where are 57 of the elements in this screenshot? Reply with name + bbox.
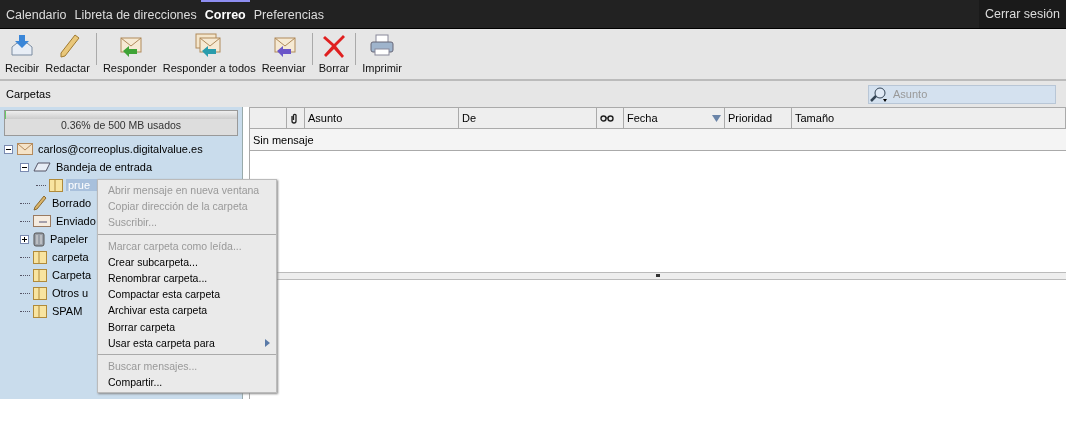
toolbar-button[interactable]: Imprimir	[359, 29, 405, 79]
menu-item[interactable]: Compartir...	[98, 374, 276, 391]
envelope-icon	[33, 215, 51, 227]
toolbar-button[interactable]: Responder a todos	[159, 29, 259, 79]
folder-item[interactable]: carpeta	[50, 251, 91, 263]
glasses-icon	[600, 114, 614, 122]
folder-item[interactable]: Bandeja de entrada	[54, 161, 155, 173]
empty-message: Sin mensaje	[253, 133, 314, 146]
pencil-icon	[33, 195, 47, 211]
nav-tab[interactable]: Libreta de direcciones	[70, 0, 201, 28]
submenu-arrow-icon	[265, 338, 270, 347]
search-field[interactable]: Asunto	[868, 84, 1056, 104]
column-header[interactable]	[597, 108, 624, 128]
toolbar-button[interactable]: Redactar	[42, 29, 93, 79]
folder-item[interactable]: Borrado	[50, 197, 94, 209]
nav-tab[interactable]: Preferencias	[249, 0, 328, 28]
folder-item[interactable]: Enviado	[54, 215, 98, 227]
folder-item[interactable]: Papeler	[48, 233, 90, 245]
quota-label: 0.36% de 500 MB usados	[60, 119, 182, 131]
toolbar-button[interactable]: Responder	[99, 29, 160, 79]
nav-tab[interactable]: Calendario	[2, 0, 71, 28]
inbox-tray-icon	[9, 33, 36, 59]
envelope-icon	[17, 143, 33, 155]
printer-icon	[369, 33, 396, 59]
column-header[interactable]: Prioridad	[725, 108, 792, 128]
folder-icon	[33, 286, 47, 300]
folder-item[interactable]: SPAM	[50, 305, 85, 317]
toolbar-button[interactable]: Borrar	[315, 29, 353, 79]
column-header[interactable]: Fecha	[624, 108, 725, 128]
paperclip-icon	[290, 112, 298, 124]
column-header[interactable]: De	[459, 108, 597, 128]
folder-item[interactable]: carlos@correoplus.digitalvalue.es	[36, 143, 205, 155]
trash-can-icon	[33, 231, 45, 247]
folder-item[interactable]: Otros u	[50, 287, 91, 299]
column-header[interactable]: Tamaño	[792, 108, 1066, 128]
menu-item[interactable]: Borrar carpeta	[98, 318, 276, 335]
expand-toggle[interactable]	[20, 234, 30, 244]
column-header[interactable]: Asunto	[305, 108, 459, 128]
collapse-toggle[interactable]	[20, 162, 30, 172]
toolbar-button[interactable]: Recibir	[2, 29, 43, 79]
menu-item[interactable]: Compactar esta carpeta	[98, 286, 276, 303]
folder-icon	[49, 178, 63, 192]
folder-icon	[33, 268, 47, 282]
tray-icon	[33, 161, 51, 173]
menu-item[interactable]: Crear subcarpeta...	[98, 253, 276, 270]
folder-icon	[33, 304, 47, 318]
menu-item[interactable]: Usar esta carpeta para	[98, 334, 276, 351]
toolbar-button[interactable]: Reenviar	[258, 29, 309, 79]
folder-item[interactable]: Carpeta	[50, 269, 94, 281]
folder-icon	[33, 250, 47, 264]
collapse-toggle[interactable]	[4, 144, 14, 154]
menu-item[interactable]: Renombrar carpeta...	[98, 269, 276, 287]
folders-title: Carpetas	[6, 88, 51, 100]
menu-item[interactable]: Archivar esta carpeta	[98, 302, 276, 319]
logout-link[interactable]: Cerrar sesión	[978, 0, 1066, 28]
splitter-handle[interactable]	[655, 274, 660, 277]
search-icon	[870, 86, 890, 103]
